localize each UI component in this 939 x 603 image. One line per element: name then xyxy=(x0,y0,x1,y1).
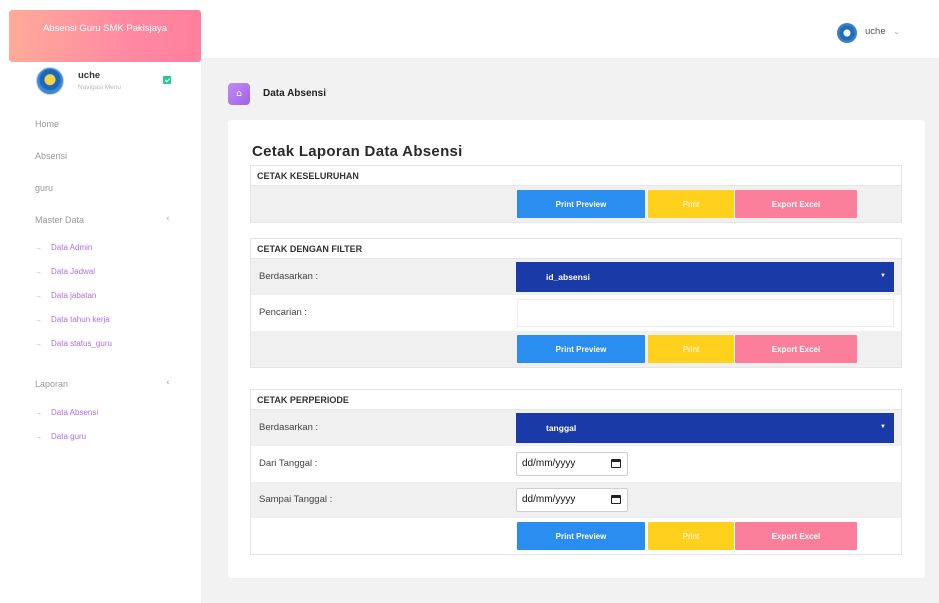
card-title: Cetak Laporan Data Absensi xyxy=(252,143,463,160)
arrow-right-icon: → xyxy=(35,245,42,252)
nav-home[interactable]: Home xyxy=(35,119,59,129)
export-excel-button[interactable]: Export Excel xyxy=(735,522,857,550)
filter-by-row: Berdasarkan : id_absensi ▼ xyxy=(251,259,901,295)
chevron-left-icon: ‹ xyxy=(166,378,170,388)
filter-by-select[interactable]: id_absensi ▼ xyxy=(516,262,894,292)
from-date-row: Dari Tanggal : dd/mm/yyyy xyxy=(251,446,901,482)
nav-data-status-guru-label: Data status_guru xyxy=(51,339,112,348)
to-date-label: Sampai Tanggal : xyxy=(259,494,333,505)
arrow-right-icon: → xyxy=(35,293,42,300)
user-avatar xyxy=(36,67,64,95)
app-brand[interactable]: Absensi Guru SMK Pakisjaya xyxy=(9,10,201,62)
nav-data-admin[interactable]: → Data Admin xyxy=(35,243,92,252)
nav-data-jabatan-label: Data jabatan xyxy=(51,291,97,300)
print-button[interactable]: Print xyxy=(648,522,734,550)
print-preview-button[interactable]: Print Preview xyxy=(517,522,645,550)
panel-title: CETAK PERPERIODE xyxy=(251,390,901,410)
chevron-down-icon[interactable]: ⌄ xyxy=(893,27,900,36)
panel-title: CETAK DENGAN FILTER xyxy=(251,239,901,259)
period-by-label: Berdasarkan : xyxy=(259,422,319,433)
nav-guru[interactable]: guru xyxy=(35,183,53,193)
period-by-value: tanggal xyxy=(546,423,577,433)
search-label: Pencarian : xyxy=(259,307,308,318)
print-preview-button[interactable]: Print Preview xyxy=(517,190,645,218)
chevron-left-icon: ‹ xyxy=(166,214,170,224)
arrow-right-icon: → xyxy=(35,317,42,324)
to-date-value: dd/mm/yyyy xyxy=(522,494,576,505)
to-date-input[interactable]: dd/mm/yyyy xyxy=(516,488,628,512)
button-row: Print Preview Print Export Excel xyxy=(251,518,901,554)
caret-down-icon: ▼ xyxy=(880,424,886,430)
user-avatar[interactable] xyxy=(837,23,857,43)
nav-absensi[interactable]: Absensi xyxy=(35,151,67,161)
main-content: ⌂ Data Absensi Cetak Laporan Data Absens… xyxy=(201,58,939,603)
online-status-icon xyxy=(163,76,171,84)
user-name: uche xyxy=(78,70,101,81)
sidebar: Absensi Guru SMK Pakisjaya uche Navigasi… xyxy=(0,0,201,603)
panel-cetak-perperiode: CETAK PERPERIODE Berdasarkan : tanggal ▼ … xyxy=(250,389,902,555)
nav-master-data[interactable]: Master Data xyxy=(35,215,84,225)
caret-down-icon: ▼ xyxy=(880,273,886,279)
panel-cetak-keseluruhan: CETAK KESELURUHAN Print Preview Print Ex… xyxy=(250,165,902,223)
to-date-row: Sampai Tanggal : dd/mm/yyyy xyxy=(251,482,901,518)
page-header-title: Data Absensi xyxy=(263,88,326,99)
from-date-input[interactable]: dd/mm/yyyy xyxy=(516,452,628,476)
arrow-right-icon: → xyxy=(35,269,42,276)
nav-data-tahun-kerja[interactable]: → Data tahun kerja xyxy=(35,315,110,324)
home-icon: ⌂ xyxy=(228,83,250,105)
calendar-icon[interactable] xyxy=(611,459,621,468)
export-excel-button[interactable]: Export Excel xyxy=(735,190,857,218)
nav-data-jabatan[interactable]: → Data jabatan xyxy=(35,291,96,300)
filter-by-label: Berdasarkan : xyxy=(259,271,319,282)
nav-data-status-guru[interactable]: → Data status_guru xyxy=(35,339,112,348)
nav-laporan[interactable]: Laporan xyxy=(35,379,68,389)
button-row: Print Preview Print Export Excel xyxy=(251,331,901,367)
user-panel: uche Navigasi Menu xyxy=(0,62,201,102)
topbar: uche ⌄ xyxy=(201,0,939,58)
print-button[interactable]: Print xyxy=(648,190,734,218)
arrow-right-icon: → xyxy=(35,410,42,417)
search-input[interactable] xyxy=(517,299,894,327)
period-by-select[interactable]: tanggal ▼ xyxy=(516,413,894,443)
export-excel-button[interactable]: Export Excel xyxy=(735,335,857,363)
arrow-right-icon: → xyxy=(35,341,42,348)
calendar-icon[interactable] xyxy=(611,495,621,504)
nav-data-absensi-label: Data Absensi xyxy=(51,408,99,417)
nav-data-absensi[interactable]: → Data Absensi xyxy=(35,408,98,417)
print-button[interactable]: Print xyxy=(648,335,734,363)
nav-data-jadwal[interactable]: → Data Jadwal xyxy=(35,267,95,276)
panel-title: CETAK KESELURUHAN xyxy=(251,166,901,186)
button-row: Print Preview Print Export Excel xyxy=(251,186,901,222)
arrow-right-icon: → xyxy=(35,434,42,441)
report-card: Cetak Laporan Data Absensi CETAK KESELUR… xyxy=(228,120,925,578)
nav-data-guru-label: Data guru xyxy=(51,432,87,441)
from-date-label: Dari Tanggal : xyxy=(259,458,318,469)
panel-cetak-filter: CETAK DENGAN FILTER Berdasarkan : id_abs… xyxy=(250,238,902,368)
from-date-value: dd/mm/yyyy xyxy=(522,458,576,469)
nav-data-guru[interactable]: → Data guru xyxy=(35,432,86,441)
nav-data-jadwal-label: Data Jadwal xyxy=(51,267,96,276)
period-by-row: Berdasarkan : tanggal ▼ xyxy=(251,410,901,446)
search-row: Pencarian : xyxy=(251,295,901,331)
nav-data-admin-label: Data Admin xyxy=(51,243,93,252)
user-role: Navigasi Menu xyxy=(78,84,121,91)
topbar-username[interactable]: uche xyxy=(865,26,886,37)
print-preview-button[interactable]: Print Preview xyxy=(517,335,645,363)
filter-by-value: id_absensi xyxy=(546,272,590,282)
nav-data-tahun-kerja-label: Data tahun kerja xyxy=(51,315,110,324)
